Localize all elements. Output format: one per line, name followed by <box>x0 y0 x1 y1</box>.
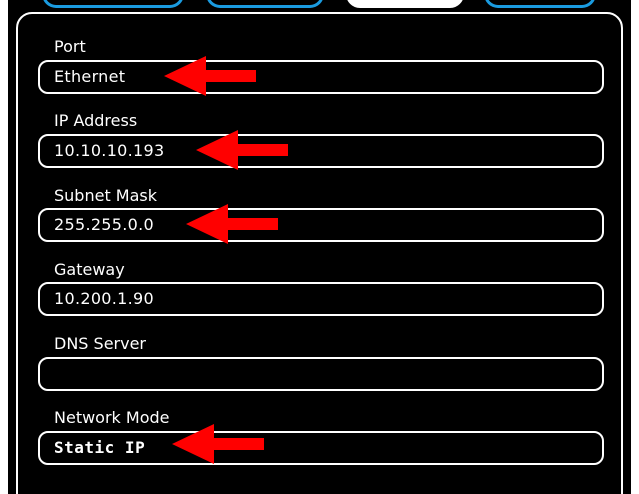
tab-4[interactable] <box>484 0 596 8</box>
ip-address-label: IP Address <box>54 111 138 130</box>
red-left-arrow-icon <box>172 424 264 464</box>
tab-1[interactable] <box>42 0 184 8</box>
port-field[interactable]: Ethernet <box>38 60 604 94</box>
port-label: Port <box>54 37 86 56</box>
red-left-arrow-icon <box>186 204 278 244</box>
gateway-label: Gateway <box>54 260 125 279</box>
ip-address-field[interactable]: 10.10.10.193 <box>38 134 604 168</box>
network-mode-field[interactable]: Static IP <box>38 431 604 465</box>
dns-server-label: DNS Server <box>54 334 146 353</box>
gateway-field[interactable]: 10.200.1.90 <box>38 282 604 316</box>
red-left-arrow-icon <box>196 130 288 170</box>
network-settings-screen: Port Ethernet IP Address 10.10.10.193 Su… <box>0 0 639 494</box>
subnet-mask-field[interactable]: 255.255.0.0 <box>38 208 604 242</box>
page-margin <box>631 0 639 494</box>
tab-2[interactable] <box>206 0 324 8</box>
dns-server-field[interactable] <box>38 357 604 391</box>
tab-active[interactable] <box>346 0 464 8</box>
network-mode-label: Network Mode <box>54 408 170 427</box>
subnet-mask-label: Subnet Mask <box>54 186 158 205</box>
red-left-arrow-icon <box>164 56 256 96</box>
